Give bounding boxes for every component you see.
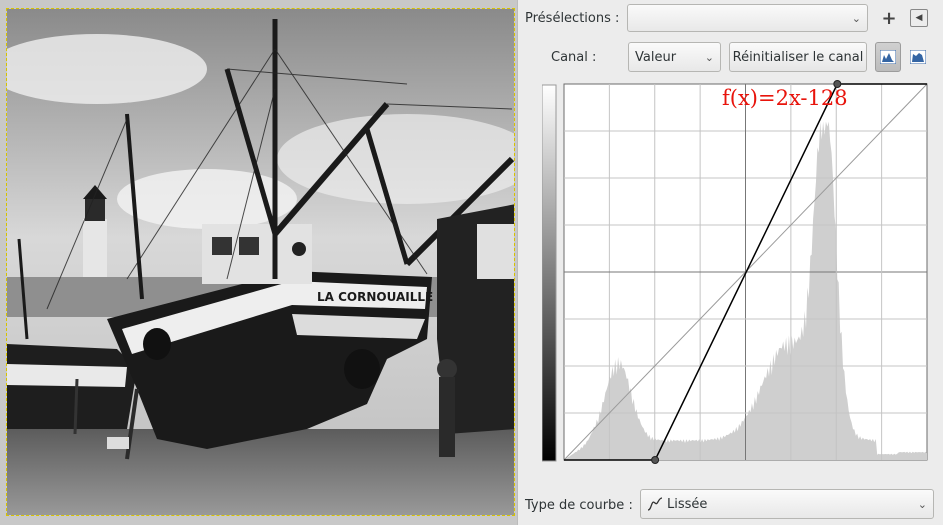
chevron-down-icon: ⌄: [704, 50, 714, 64]
harbor-photo: LA CORNOUAILLE: [7, 9, 514, 515]
curve-formula: f(x)=2x-128: [722, 86, 848, 110]
curve-type-label: Type de courbe :: [525, 498, 633, 513]
curve-type-value: Lissée: [667, 496, 708, 512]
curve-editor[interactable]: f(x)=2x-128: [541, 80, 934, 482]
image-canvas[interactable]: LA CORNOUAILLE: [0, 0, 517, 525]
curve-graph[interactable]: [541, 80, 934, 482]
log-histogram-button[interactable]: [905, 42, 931, 72]
presets-label: Présélections :: [525, 11, 620, 26]
curves-dialog: Présélections : ⌄ + ◀ Canal : Valeur ⌄ R…: [517, 0, 943, 525]
smooth-curve-icon: [647, 497, 663, 511]
curve-type-combo[interactable]: Lissée ⌄: [640, 489, 934, 519]
channel-combo[interactable]: Valeur ⌄: [628, 42, 721, 72]
output-gradient-bar: [542, 85, 556, 461]
chevron-down-icon: ⌄: [851, 11, 861, 25]
curve-control-point[interactable]: [651, 456, 660, 464]
reset-channel-button[interactable]: Réinitialiser le canal: [729, 42, 867, 72]
menu-icon[interactable]: ◀: [910, 9, 928, 27]
reset-channel-label: Réinitialiser le canal: [732, 49, 864, 65]
presets-combo[interactable]: ⌄: [627, 4, 868, 32]
channel-value: Valeur: [635, 49, 677, 65]
linear-histogram-button[interactable]: [875, 42, 901, 72]
channel-label: Canal :: [551, 50, 597, 65]
photo-frame[interactable]: LA CORNOUAILLE: [6, 8, 515, 516]
add-icon[interactable]: +: [879, 8, 899, 29]
boat-name-text: LA CORNOUAILLE: [317, 290, 433, 304]
linear-histogram-icon: [880, 50, 896, 64]
curve-plot-area: [563, 80, 928, 464]
log-histogram-icon: [910, 50, 926, 64]
chevron-down-icon: ⌄: [917, 497, 927, 511]
